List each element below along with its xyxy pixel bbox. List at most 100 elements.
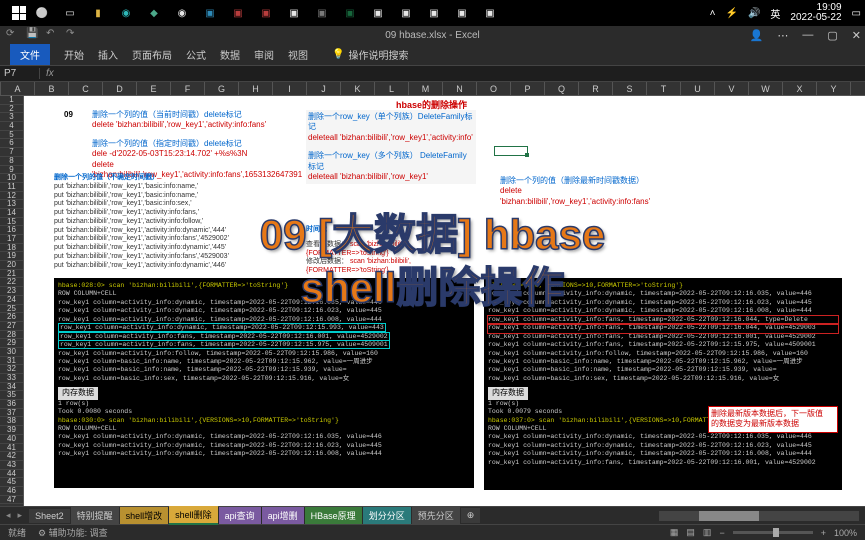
col-header[interactable]: H bbox=[239, 82, 273, 95]
col-header[interactable]: R bbox=[579, 82, 613, 95]
sheet-tab[interactable]: api查询 bbox=[219, 507, 261, 524]
col-header[interactable]: I bbox=[273, 82, 307, 95]
app-icon[interactable]: ▣ bbox=[230, 5, 246, 21]
app-icon[interactable]: ▣ bbox=[426, 5, 442, 21]
ribbon-tab-file[interactable]: 文件 bbox=[10, 44, 50, 65]
name-box[interactable]: P7 bbox=[0, 68, 40, 79]
col-header[interactable]: E bbox=[137, 82, 171, 95]
row-headers: 1234567891011121314151617181920212223242… bbox=[0, 96, 24, 506]
app-icon[interactable]: ▣ bbox=[202, 5, 218, 21]
col-header[interactable]: V bbox=[715, 82, 749, 95]
col-header[interactable]: G bbox=[205, 82, 239, 95]
col-header[interactable]: L bbox=[375, 82, 409, 95]
sheet-tab[interactable]: 特别提醒 bbox=[71, 507, 119, 524]
excel-icon[interactable]: ▣ bbox=[342, 5, 358, 21]
zoom-out-icon[interactable]: − bbox=[719, 528, 724, 538]
tab-nav-prev[interactable]: ◂ bbox=[6, 510, 11, 521]
col-header[interactable]: C bbox=[69, 82, 103, 95]
clock[interactable]: 19:09 2022-05-22 bbox=[790, 3, 841, 23]
volume-icon[interactable]: 🔊 bbox=[748, 8, 760, 19]
col-header[interactable]: Z bbox=[851, 82, 865, 95]
cells-grid[interactable]: hbase的删除操作 09 删除一个列的值（当前时间戳）delete标记 del… bbox=[24, 96, 865, 506]
col-header[interactable]: X bbox=[783, 82, 817, 95]
col-header[interactable]: D bbox=[103, 82, 137, 95]
ribbon-tab-view[interactable]: 视图 bbox=[288, 47, 308, 62]
ribbon-tab-home[interactable]: 开始 bbox=[64, 47, 84, 62]
scan-commands: 时间戳 查看源数据： scan 'bizhan:bilibili',{FORMA… bbox=[306, 226, 466, 276]
task-view-icon[interactable]: ▭ bbox=[62, 5, 78, 21]
col-header[interactable]: U bbox=[681, 82, 715, 95]
formula-bar: P7 fx bbox=[0, 66, 865, 82]
tab-nav-next[interactable]: ▸ bbox=[18, 510, 23, 521]
minimize-icon[interactable]: — bbox=[802, 29, 813, 42]
new-sheet-button[interactable]: ⊕ bbox=[461, 508, 481, 523]
ribbon-options-icon[interactable]: ⋯ bbox=[777, 29, 788, 42]
ribbon-tab-layout[interactable]: 页面布局 bbox=[132, 47, 172, 62]
ribbon-tab-data[interactable]: 数据 bbox=[220, 47, 240, 62]
start-icon[interactable] bbox=[12, 6, 26, 20]
ribbon-tab-formulas[interactable]: 公式 bbox=[186, 47, 206, 62]
left-notes: 删除一个列的值（当前时间戳）delete标记 delete 'bizhan:bi… bbox=[92, 110, 292, 180]
search-icon[interactable]: ⚪ bbox=[34, 5, 50, 21]
col-header[interactable]: W bbox=[749, 82, 783, 95]
redo-icon[interactable]: ↷ bbox=[66, 28, 80, 42]
sheet-tab[interactable]: HBase原理 bbox=[305, 507, 362, 524]
tray-icon[interactable]: ˄ bbox=[710, 8, 716, 19]
active-cell[interactable] bbox=[494, 146, 528, 156]
ribbon-tab-review[interactable]: 审阅 bbox=[254, 47, 274, 62]
notifications-icon[interactable]: ▭ bbox=[852, 8, 861, 19]
col-header[interactable]: T bbox=[647, 82, 681, 95]
view-page-icon[interactable]: ▤ bbox=[686, 527, 695, 538]
app-icon[interactable]: ▣ bbox=[482, 5, 498, 21]
col-header[interactable]: P bbox=[511, 82, 545, 95]
col-header[interactable]: Q bbox=[545, 82, 579, 95]
sheet-tab-active[interactable]: shell删除 bbox=[169, 506, 218, 525]
app-icon[interactable]: ▣ bbox=[286, 5, 302, 21]
sheet-tab[interactable]: Sheet2 bbox=[29, 509, 70, 523]
col-header[interactable]: Y bbox=[817, 82, 851, 95]
formula-input[interactable] bbox=[60, 68, 865, 79]
close-icon[interactable]: ✕ bbox=[852, 29, 861, 42]
ime-icon[interactable]: 英 bbox=[770, 6, 780, 21]
col-header[interactable]: B bbox=[35, 82, 69, 95]
col-header[interactable]: J bbox=[307, 82, 341, 95]
terminal-right: '},{RAW=>true, VERSIONS=>10,FORMATTER=>'… bbox=[484, 278, 842, 490]
network-icon[interactable]: ⚡ bbox=[725, 8, 737, 19]
fx-icon[interactable]: fx bbox=[40, 68, 60, 79]
explorer-icon[interactable]: ▮ bbox=[90, 5, 106, 21]
maximize-icon[interactable]: ▢ bbox=[827, 29, 837, 42]
app-icon[interactable]: ◆ bbox=[146, 5, 162, 21]
col-header[interactable]: F bbox=[171, 82, 205, 95]
edge-icon[interactable]: ◉ bbox=[118, 5, 134, 21]
chrome-icon[interactable]: ◉ bbox=[174, 5, 190, 21]
view-normal-icon[interactable]: ▦ bbox=[670, 527, 679, 538]
label-left: 内存数据 bbox=[58, 387, 98, 399]
col-header[interactable]: M bbox=[409, 82, 443, 95]
undo-icon[interactable]: ↶ bbox=[46, 28, 60, 42]
zoom-slider[interactable] bbox=[733, 531, 813, 534]
app-icon[interactable]: ▣ bbox=[398, 5, 414, 21]
app-icon[interactable]: ▣ bbox=[454, 5, 470, 21]
zoom-level[interactable]: 100% bbox=[834, 528, 857, 538]
app-icon[interactable]: ▣ bbox=[314, 5, 330, 21]
sheet-tab[interactable]: api增删 bbox=[262, 507, 304, 524]
view-break-icon[interactable]: ▥ bbox=[703, 527, 712, 538]
app-icon[interactable]: ▣ bbox=[370, 5, 386, 21]
autosave-icon[interactable]: ⟳ bbox=[6, 28, 20, 42]
save-icon[interactable]: 💾 bbox=[26, 28, 40, 42]
sheet-tab[interactable]: 预先分区 bbox=[412, 507, 460, 524]
col-header[interactable]: N bbox=[443, 82, 477, 95]
sheet-tab[interactable]: 划分分区 bbox=[363, 507, 411, 524]
col-header[interactable]: A bbox=[1, 82, 35, 95]
col-header[interactable]: K bbox=[341, 82, 375, 95]
col-header[interactable]: S bbox=[613, 82, 647, 95]
sheet-tab[interactable]: shell增改 bbox=[120, 507, 169, 524]
zoom-in-icon[interactable]: + bbox=[821, 528, 826, 538]
app-icon[interactable]: ▣ bbox=[258, 5, 274, 21]
row-header[interactable]: 47 bbox=[0, 496, 23, 505]
ribbon-tab-insert[interactable]: 插入 bbox=[98, 47, 118, 62]
col-header[interactable]: O bbox=[477, 82, 511, 95]
account-icon[interactable]: 👤 bbox=[750, 29, 764, 42]
horizontal-scrollbar[interactable] bbox=[659, 511, 859, 521]
tell-me-search[interactable]: 💡 操作说明搜索 bbox=[332, 47, 408, 62]
